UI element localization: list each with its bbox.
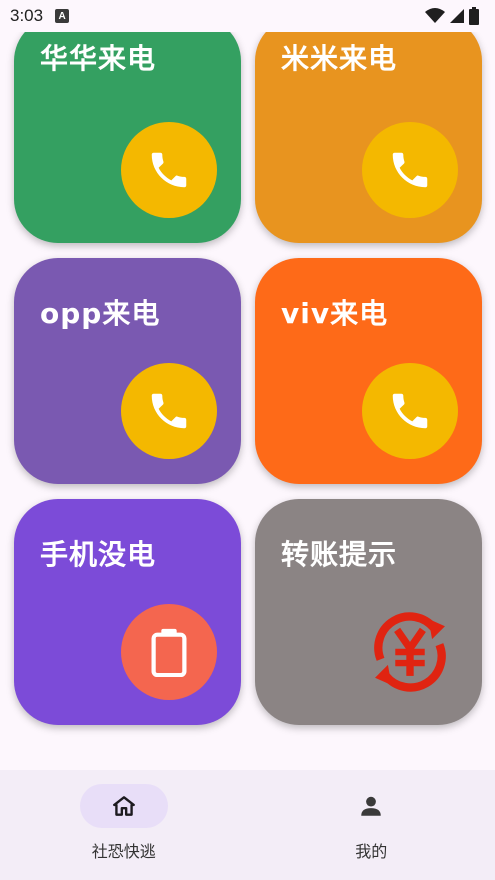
battery-icon <box>469 7 479 25</box>
card-opp-call[interactable]: opp来电 <box>14 258 241 484</box>
notification-icon: A <box>55 9 70 23</box>
card-title: 手机没电 <box>40 538 157 571</box>
person-icon <box>361 796 381 816</box>
nav-pill-active[interactable] <box>79 784 168 828</box>
card-title: 转账提示 <box>281 538 398 571</box>
home-icon <box>112 796 135 816</box>
card-title: opp来电 <box>40 297 161 330</box>
card-title: 米米来电 <box>281 42 398 75</box>
nav-label-profile: 我的 <box>355 842 388 861</box>
status-icons <box>425 7 479 25</box>
battery-empty-icon <box>121 604 217 700</box>
nav-pill[interactable] <box>327 784 415 828</box>
card-transfer-notice[interactable]: 转账提示 <box>255 499 482 725</box>
phone-icon <box>362 363 458 459</box>
nav-item-home[interactable]: 社恐快逃 <box>0 770 248 880</box>
yuan-transfer-icon <box>362 604 458 700</box>
nav-item-profile[interactable]: 我的 <box>248 770 495 880</box>
card-phone-dead[interactable]: 手机没电 <box>14 499 241 725</box>
signal-icon <box>450 9 464 23</box>
card-title: 华华来电 <box>40 42 157 75</box>
card-title: viv来电 <box>281 297 389 330</box>
phone-icon <box>121 122 217 218</box>
card-huahua-call[interactable]: 华华来电 <box>14 32 241 243</box>
feature-grid: 华华来电 米米来电 opp来电 viv来电 手机没电 转账提示 <box>0 32 495 770</box>
phone-icon <box>362 122 458 218</box>
wifi-icon <box>425 8 445 23</box>
card-mimi-call[interactable]: 米米来电 <box>255 32 482 243</box>
status-time: 3:03 <box>10 6 44 25</box>
bottom-navigation: 社恐快逃 我的 <box>0 770 495 880</box>
status-bar: 3:03 A <box>0 0 495 32</box>
card-viv-call[interactable]: viv来电 <box>255 258 482 484</box>
nav-label-home: 社恐快逃 <box>91 842 156 861</box>
phone-icon <box>121 363 217 459</box>
